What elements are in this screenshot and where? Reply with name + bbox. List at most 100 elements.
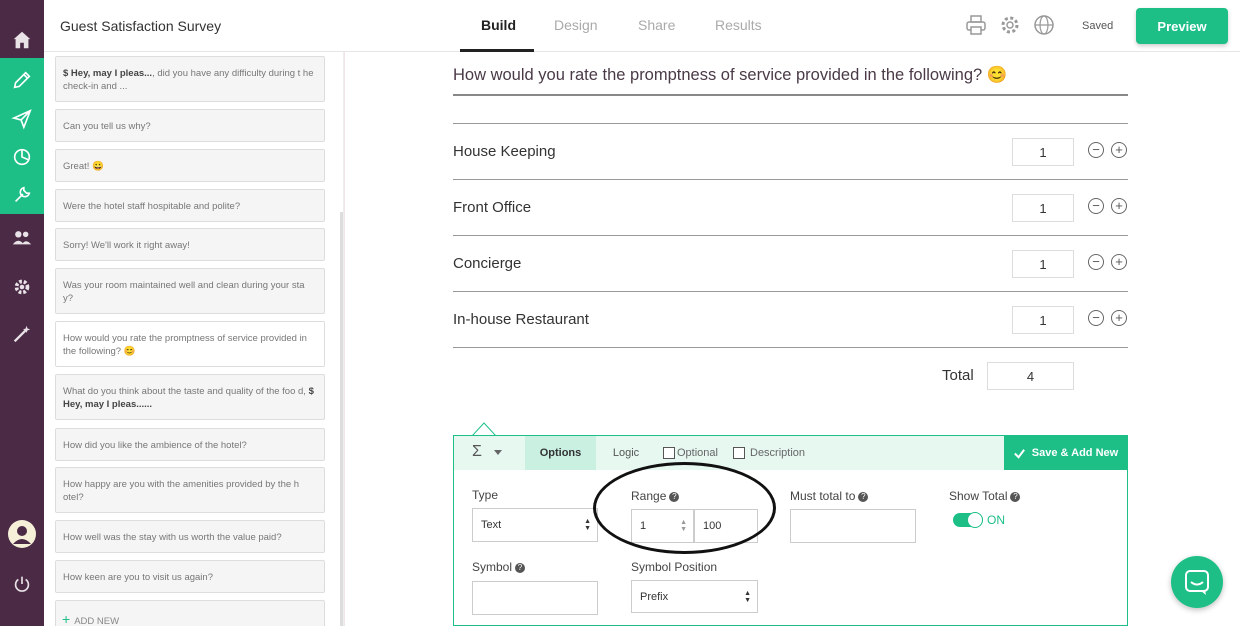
chevron-down-icon[interactable] [494,450,502,455]
chart-icon[interactable] [10,145,34,169]
tab-share[interactable]: Share [638,17,675,33]
must-total-label: Must total to? [790,489,869,503]
symbol-position-label: Symbol Position [631,560,718,574]
plus-icon[interactable]: + [1111,142,1127,158]
row-divider [453,235,1128,236]
minus-icon[interactable]: − [1088,142,1104,158]
list-item[interactable]: How keen are you to visit us again? [55,560,325,593]
row-label-front-office[interactable]: Front Office [453,199,531,216]
description-checkbox[interactable] [733,447,745,459]
optional-label: Optional [677,447,718,459]
list-item[interactable]: Great! 😀 [55,149,325,182]
question-list: $ Hey, may I pleas..., did you have any … [44,52,344,626]
list-item-active[interactable]: How would you rate the promptness of ser… [55,321,325,367]
type-select-value: Text [481,519,502,531]
plus-icon[interactable]: + [1111,310,1127,326]
panel-toolbar: Σ Options Logic Optional Description Sav… [454,436,1127,470]
globe-icon[interactable] [1032,13,1056,37]
list-item[interactable]: How well was the stay with us worth the … [55,520,325,553]
list-item[interactable]: Sorry! We'll work it right away! [55,228,325,261]
type-label: Type [472,488,498,502]
help-icon[interactable]: ? [515,563,526,573]
list-item-text: Were the hotel staff hospitable and poli… [63,201,241,212]
help-icon[interactable]: ? [858,492,869,502]
question-title[interactable]: How would you rate the promptness of ser… [453,66,1007,85]
show-total-label: Show Total? [949,489,1021,503]
list-item-text: Sorry! We'll work it right away! [63,240,190,251]
gear-icon[interactable] [10,275,34,299]
description-label: Description [750,447,806,459]
symbol-label: Symbol? [472,560,526,574]
question-title-underline [453,94,1128,96]
plus-icon[interactable]: + [1111,254,1127,270]
help-icon[interactable]: ? [1010,492,1021,502]
chat-widget-button[interactable] [1171,556,1223,608]
list-item[interactable]: How happy are you with the amenities pro… [55,467,325,513]
list-item-text: How happy are you with the amenities pro… [63,479,300,503]
select-arrows-icon: ▲ ▼ [584,518,591,532]
minus-icon[interactable]: − [1088,310,1104,326]
symbol-position-value: Prefix [640,590,669,603]
row-value-input[interactable]: 1 [1012,138,1074,166]
row-value-input[interactable]: 1 [1012,306,1074,334]
user-avatar-icon[interactable] [7,519,37,549]
plus-icon[interactable]: + [1111,198,1127,214]
list-item[interactable]: Were the hotel staff hospitable and poli… [55,189,325,222]
tab-results[interactable]: Results [715,17,762,33]
list-item[interactable]: $ Hey, may I pleas..., did you have any … [55,56,325,102]
tab-options[interactable]: Options [525,436,596,470]
tab-build[interactable]: Build [481,17,516,33]
list-item[interactable]: Can you tell us why? [55,109,325,142]
home-icon[interactable] [10,28,34,52]
select-arrows-icon: ▲ ▼ [744,589,751,604]
power-icon[interactable] [10,572,34,596]
list-item[interactable]: What do you think about the taste and qu… [55,374,325,420]
save-and-add-new-label: Save & Add New [1031,447,1119,459]
show-total-toggle[interactable] [953,512,983,528]
list-item-text: How well was the stay with us worth the … [63,532,282,543]
symbol-position-select[interactable]: Prefix ▲ ▼ [631,580,758,613]
save-and-add-new-button[interactable]: Save & Add New [1004,436,1127,470]
symbol-input[interactable] [472,581,598,615]
chat-icon [1185,570,1209,595]
optional-checkbox[interactable] [663,447,675,459]
magic-wand-icon[interactable] [10,322,34,346]
row-value-input[interactable]: 1 [1012,194,1074,222]
row-value-input[interactable]: 1 [1012,250,1074,278]
plus-icon: + [62,611,71,626]
left-rail [0,0,44,626]
symbol-label-text: Symbol [472,560,513,574]
type-select[interactable]: Text ▲ ▼ [472,508,598,542]
list-item-text: How would you rate the promptness of ser… [63,333,307,357]
wrench-icon[interactable] [10,183,34,207]
add-new-button[interactable]: + ADD NEW [62,611,119,626]
type-label-text: Type [472,488,499,502]
divider [344,52,345,626]
sigma-icon[interactable]: Σ [472,443,482,461]
minus-icon[interactable]: − [1088,254,1104,270]
check-icon [1013,448,1025,459]
settings-gear-icon[interactable] [998,13,1022,37]
send-icon[interactable] [10,107,34,131]
app-root: Guest Satisfaction Survey Build Design S… [0,0,1240,626]
must-total-input[interactable] [790,509,916,543]
people-icon[interactable] [10,226,34,250]
panel-pointer [472,422,496,436]
tab-design[interactable]: Design [554,17,598,33]
pencil-icon[interactable] [10,68,34,92]
row-label-in-house-restaurant[interactable]: In-house Restaurant [453,311,589,328]
row-label-house-keeping[interactable]: House Keeping [453,143,556,160]
minus-icon[interactable]: − [1088,198,1104,214]
show-total-label-text: Show Total [949,489,1008,503]
active-tab-indicator [460,49,534,52]
list-item[interactable]: Was your room maintained well and clean … [55,268,325,314]
row-divider [453,179,1128,180]
list-item-text: Great! 😀 [63,161,104,172]
print-icon[interactable] [964,13,988,37]
toggle-knob [967,512,983,528]
preview-button[interactable]: Preview [1136,8,1228,44]
list-item[interactable]: How did you like the ambience of the hot… [55,428,325,461]
annotation-ellipse [593,462,776,554]
row-divider [453,347,1128,348]
row-label-concierge[interactable]: Concierge [453,255,521,272]
